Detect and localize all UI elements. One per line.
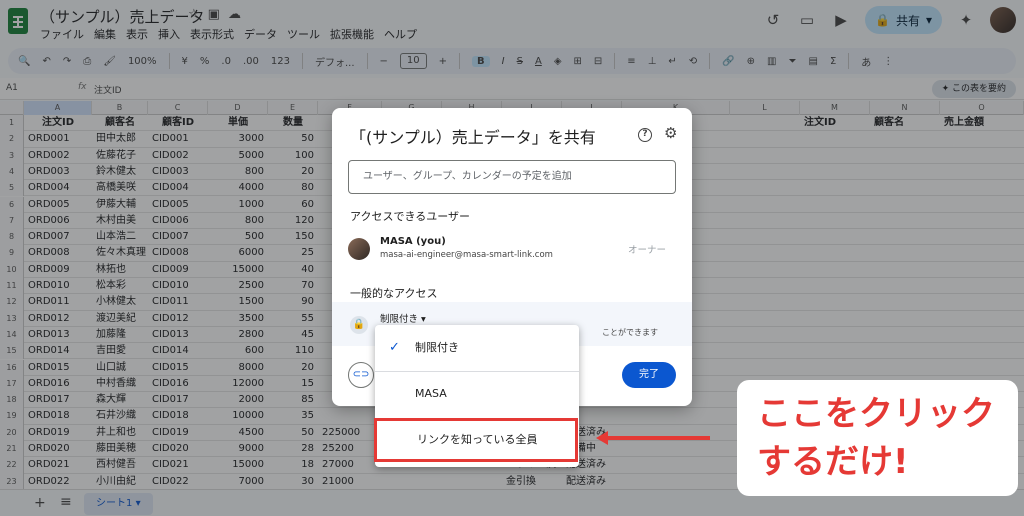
user-name: MASA (you) <box>380 236 446 247</box>
check-icon: ✓ <box>389 340 400 355</box>
menu-item-anyone-with-link[interactable]: リンクを知っている全員 <box>377 421 581 459</box>
gear-icon[interactable]: ⚙ <box>664 124 677 142</box>
done-button[interactable]: 完了 <box>622 362 676 388</box>
annotation-text: ここをクリック するだけ! <box>757 390 1007 486</box>
access-value: 制限付き <box>380 314 419 325</box>
copy-link-button[interactable]: ⊂⊃ <box>348 362 374 388</box>
menu-item-restricted[interactable]: ✓ 制限付き <box>375 329 579 367</box>
annotation-arrow <box>606 436 710 440</box>
user-role: オーナー <box>628 245 667 256</box>
menu-item-domain[interactable]: MASA <box>375 375 579 413</box>
help-icon[interactable]: ? <box>638 128 652 142</box>
menu-divider <box>375 371 579 372</box>
menu-item-label: 制限付き <box>415 341 459 354</box>
general-access-heading: 一般的なアクセス <box>350 287 438 300</box>
access-description: ことができます <box>602 328 658 337</box>
dialog-title: 「(サンプル）売上データ」を共有 <box>350 128 596 147</box>
link-icon: ⊂⊃ <box>352 369 370 380</box>
add-people-input[interactable]: ユーザー、グループ、カレンダーの予定を追加 <box>348 160 676 194</box>
annotation-line-1: ここをクリック <box>757 394 995 434</box>
general-access-dropdown[interactable]: 制限付き ▾ <box>380 311 426 325</box>
annotation-callout: ここをクリック するだけ! <box>737 380 1018 496</box>
caret-down-icon: ▾ <box>421 314 426 325</box>
highlighted-menu-item[interactable]: リンクを知っている全員 <box>374 418 578 462</box>
user-email: masa-ai-engineer@masa-smart-link.com <box>380 250 553 260</box>
user-avatar <box>348 238 370 260</box>
annotation-line-2: するだけ! <box>757 442 909 482</box>
lock-icon: 🔒 <box>350 316 368 334</box>
access-users-heading: アクセスできるユーザー <box>350 210 471 223</box>
